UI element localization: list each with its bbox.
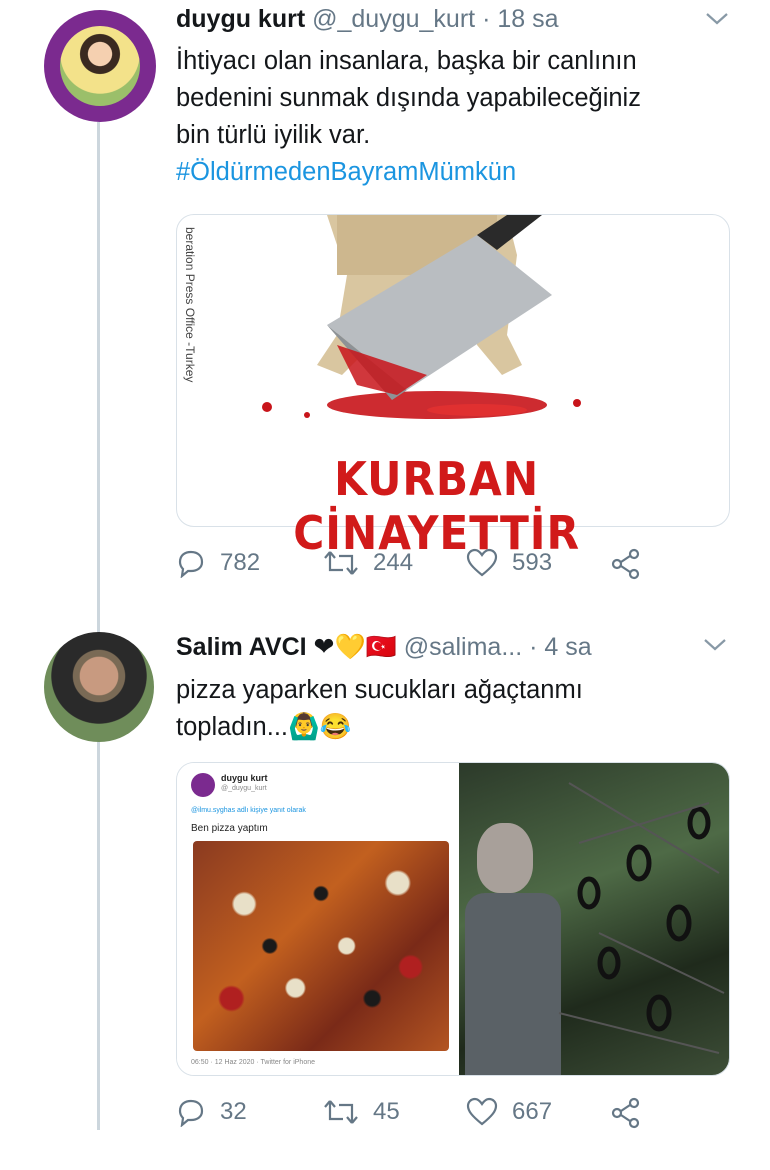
profile-photo bbox=[60, 26, 140, 106]
chevron-down-icon[interactable] bbox=[702, 634, 728, 660]
separator-dot: · bbox=[482, 5, 491, 33]
mini-handle: @_duygu_kurt bbox=[221, 785, 267, 792]
hashtag-link[interactable]: #ÖldürmedenBayramMümkün bbox=[176, 154, 641, 191]
mini-footer: 06:50 · 12 Haz 2020 · Twitter for iPhone bbox=[191, 1059, 315, 1066]
timestamp[interactable]: 18 sa bbox=[497, 5, 558, 33]
share-button[interactable] bbox=[610, 548, 656, 580]
avatar[interactable] bbox=[44, 10, 156, 122]
image-credit-text: beration Press Office -Turkey bbox=[183, 227, 197, 383]
thread-connector-line bbox=[97, 122, 100, 1130]
pizza-photo bbox=[193, 841, 449, 1051]
share-icon bbox=[611, 1097, 640, 1129]
chevron-down-icon[interactable] bbox=[704, 8, 730, 34]
share-button[interactable] bbox=[610, 1097, 656, 1129]
like-count: 667 bbox=[512, 1098, 553, 1125]
reply-count: 32 bbox=[220, 1098, 247, 1125]
mini-tweet-text: Ben pizza yaptım bbox=[191, 823, 268, 834]
share-icon bbox=[611, 548, 640, 580]
reply-button[interactable]: 782 bbox=[176, 548, 260, 578]
retweet-count: 244 bbox=[373, 549, 414, 576]
embedded-tweet-screenshot: duygu kurt @_duygu_kurt @ilmu.syghas adl… bbox=[177, 763, 455, 1075]
tweet-text-line: İhtiyacı olan insanlara, başka bir canlı… bbox=[176, 47, 637, 75]
image-headline: KURBAN CİNAYETTİR bbox=[293, 452, 580, 560]
name-emoji: ❤💛🇹🇷 bbox=[313, 633, 397, 661]
tweet-image[interactable]: duygu kurt @_duygu_kurt @ilmu.syghas adl… bbox=[176, 762, 730, 1076]
retweet-icon bbox=[324, 551, 358, 575]
tweet-text-line: bedenini sunmak dışında yapabileceğiniz bbox=[176, 84, 641, 112]
tweet-header: Salim AVCI ❤💛🇹🇷 @salima... · 4 sa bbox=[176, 632, 592, 662]
tweet-text: İhtiyacı olan insanlara, başka bir canlı… bbox=[176, 43, 641, 191]
reply-icon bbox=[178, 1099, 204, 1127]
heart-icon bbox=[466, 1097, 498, 1126]
like-button[interactable]: 667 bbox=[466, 1097, 552, 1127]
mini-display-name: duygu kurt bbox=[221, 773, 268, 783]
like-button[interactable]: 593 bbox=[466, 548, 552, 578]
user-handle[interactable]: @_duygu_kurt bbox=[312, 5, 475, 33]
display-name[interactable]: duygu kurt bbox=[176, 5, 305, 33]
tweet-text: pizza yaparken sucukları ağaçtanmı topla… bbox=[176, 672, 583, 746]
heart-icon bbox=[466, 548, 498, 577]
separator-dot: · bbox=[529, 633, 538, 661]
hanging-slices bbox=[558, 782, 725, 1054]
tweet-text-line: bin türlü iyilik var. bbox=[176, 121, 371, 149]
retweet-button[interactable]: 45 bbox=[323, 1097, 400, 1127]
tweet-header: duygu kurt @_duygu_kurt · 18 sa bbox=[176, 5, 559, 34]
retweet-count: 45 bbox=[373, 1098, 400, 1125]
mini-reply-text: @ilmu.syghas adlı kişiye yanıt olarak bbox=[191, 807, 306, 814]
retweet-button[interactable]: 244 bbox=[323, 548, 413, 578]
reply-count: 782 bbox=[220, 549, 261, 576]
reply-icon bbox=[178, 550, 204, 578]
like-count: 593 bbox=[512, 549, 553, 576]
retweet-icon bbox=[324, 1100, 358, 1124]
reply-button[interactable]: 32 bbox=[176, 1097, 247, 1127]
tree-scene-photo bbox=[459, 763, 729, 1075]
timestamp[interactable]: 4 sa bbox=[544, 633, 591, 661]
tweet-text-line: topladın...🙆‍♂️😂 bbox=[176, 713, 352, 741]
avatar[interactable] bbox=[44, 632, 154, 742]
mini-avatar bbox=[191, 773, 215, 797]
user-handle[interactable]: @salima... bbox=[404, 633, 522, 661]
display-name[interactable]: Salim AVCI bbox=[176, 633, 307, 661]
tweet-text-line: pizza yaparken sucukları ağaçtanmı bbox=[176, 676, 583, 704]
